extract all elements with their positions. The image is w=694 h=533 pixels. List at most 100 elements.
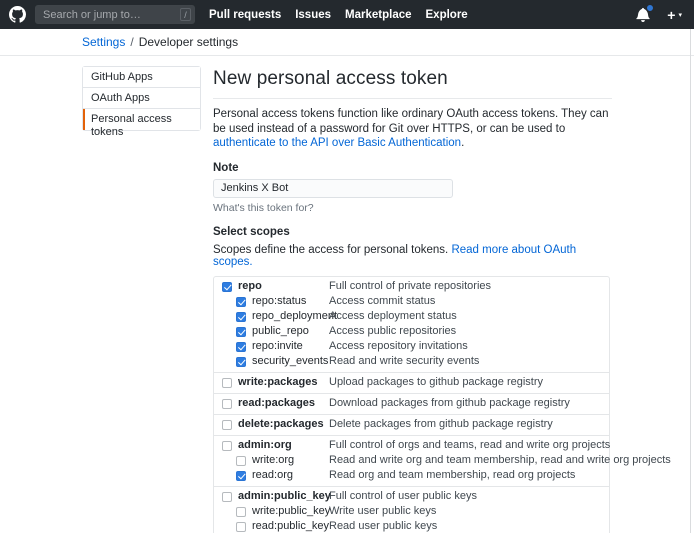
scope-row-write-public-key: write:public_keyWrite user public keys — [214, 504, 609, 519]
scope-group-write-packages: write:packages Upload packages to github … — [214, 372, 609, 393]
scope-row-public-repo: public_repo Access public repositories — [214, 324, 609, 339]
scope-name[interactable]: write:org — [252, 454, 294, 467]
developer-settings-sidebar: GitHub AppsOAuth AppsPersonal access tok… — [82, 66, 201, 131]
app-header: / Pull requests Issues Marketplace Explo… — [0, 0, 694, 29]
scope-name[interactable]: repo:status — [252, 295, 306, 308]
scope-row-security-events: security_eventsRead and write security e… — [214, 354, 609, 369]
scope-row-repo-status: repo:status Access commit status — [214, 294, 609, 309]
scope-name[interactable]: repo:invite — [252, 340, 303, 353]
plus-icon: + — [667, 8, 675, 22]
scope-name[interactable]: repo_deployment — [252, 310, 337, 323]
scope-checkbox-repo[interactable] — [222, 282, 232, 292]
scope-description: Read org and team membership, read org p… — [329, 469, 575, 482]
note-help-text: What's this token for? — [213, 202, 612, 214]
basic-auth-link[interactable]: authenticate to the API over Basic Authe… — [213, 137, 461, 149]
note-input[interactable] — [213, 179, 453, 198]
scope-checkbox-repo-status[interactable] — [236, 297, 246, 307]
breadcrumb: Settings / Developer settings — [0, 29, 694, 56]
scope-description: Read and write org and team membership, … — [329, 454, 671, 467]
scope-checkbox-delete-packages[interactable] — [222, 420, 232, 430]
scope-checkbox-write-org[interactable] — [236, 456, 246, 466]
scope-description: Access public repositories — [329, 325, 456, 338]
page: / Pull requests Issues Marketplace Explo… — [0, 0, 694, 533]
scope-description: Delete packages from github package regi… — [329, 418, 553, 431]
scope-description: Access commit status — [329, 295, 435, 308]
scope-row-read-public-key: read:public_keyRead user public keys — [214, 519, 609, 533]
scope-row-repo-invite: repo:invite Access repository invitations — [214, 339, 609, 354]
scopes-description: Scopes define the access for personal to… — [213, 244, 612, 268]
scope-description: Download packages from github package re… — [329, 397, 570, 410]
scope-row-delete-packages: delete:packages Delete packages from gith… — [214, 417, 609, 432]
scope-checkbox-repo-deployment[interactable] — [236, 312, 246, 322]
nav-marketplace[interactable]: Marketplace — [345, 9, 411, 21]
scope-description: Full control of private repositories — [329, 280, 491, 293]
nav-pull-requests[interactable]: Pull requests — [209, 9, 281, 21]
sidebar-item-github-apps[interactable]: GitHub Apps — [83, 67, 200, 88]
scope-group-read-packages: read:packages Download packages from gith… — [214, 393, 609, 414]
notifications-bell-icon[interactable] — [636, 7, 652, 22]
scope-description: Read user public keys — [329, 520, 437, 533]
scope-name[interactable]: admin:org — [238, 439, 292, 452]
scope-name[interactable]: read:packages — [238, 397, 315, 410]
sidebar-item-personal-access-tokens[interactable]: Personal access tokens — [83, 109, 200, 130]
scope-checkbox-write-public-key[interactable] — [236, 507, 246, 517]
scope-description: Full control of orgs and teams, read and… — [329, 439, 610, 452]
scopes-table: repo Full control of private repositories… — [213, 276, 610, 533]
breadcrumb-separator: / — [130, 35, 133, 49]
breadcrumb-settings-link[interactable]: Settings — [82, 35, 125, 49]
scope-checkbox-security-events[interactable] — [236, 357, 246, 367]
nav-explore[interactable]: Explore — [426, 9, 468, 21]
scope-row-admin-org: admin:org Full control of orgs and teams,… — [214, 438, 609, 453]
scope-group-repo: repo Full control of private repositories… — [214, 277, 609, 372]
intro-paragraph: Personal access tokens function like ord… — [213, 107, 612, 151]
intro-text: Personal access tokens function like ord… — [213, 108, 608, 135]
scope-checkbox-public-repo[interactable] — [236, 327, 246, 337]
scope-name[interactable]: write:public_key — [252, 505, 330, 518]
scope-row-admin-public-key: admin:public_keyFull control of user pub… — [214, 489, 609, 504]
scope-name[interactable]: read:public_key — [252, 520, 329, 533]
create-new-button[interactable]: + ▾ — [667, 8, 682, 22]
select-scopes-label: Select scopes — [213, 226, 612, 238]
breadcrumb-current: Developer settings — [139, 35, 238, 49]
scope-row-repo: repo Full control of private repositories — [214, 279, 609, 294]
scope-checkbox-read-org[interactable] — [236, 471, 246, 481]
intro-text-end: . — [461, 137, 464, 149]
github-logo-icon[interactable] — [9, 6, 26, 23]
search-input[interactable] — [35, 5, 195, 24]
scope-checkbox-admin-public-key[interactable] — [222, 492, 232, 502]
scope-row-write-org: write:orgRead and write org and team mem… — [214, 453, 609, 468]
search-box: / — [35, 5, 195, 25]
scope-name[interactable]: delete:packages — [238, 418, 324, 431]
nav-issues[interactable]: Issues — [295, 9, 331, 21]
scope-checkbox-admin-org[interactable] — [222, 441, 232, 451]
scope-checkbox-write-packages[interactable] — [222, 378, 232, 388]
scope-description: Access deployment status — [329, 310, 457, 323]
scope-row-write-packages: write:packages Upload packages to github … — [214, 375, 609, 390]
scope-description: Full control of user public keys — [329, 490, 477, 503]
header-nav: Pull requests Issues Marketplace Explore — [195, 9, 468, 21]
scope-row-read-packages: read:packages Download packages from gith… — [214, 396, 609, 411]
scope-name[interactable]: read:org — [252, 469, 293, 482]
scope-group-admin-public-key: admin:public_keyFull control of user pub… — [214, 486, 609, 533]
note-label: Note — [213, 162, 612, 174]
window-right-edge — [690, 29, 691, 533]
scope-group-delete-packages: delete:packages Delete packages from gith… — [214, 414, 609, 435]
scope-description: Read and write security events — [329, 355, 479, 368]
sidebar-item-oauth-apps[interactable]: OAuth Apps — [83, 88, 200, 109]
scope-description: Upload packages to github package regist… — [329, 376, 543, 389]
scope-name[interactable]: write:packages — [238, 376, 317, 389]
page-body: GitHub AppsOAuth AppsPersonal access tok… — [0, 56, 694, 533]
chevron-down-icon: ▾ — [678, 11, 682, 19]
scope-checkbox-read-packages[interactable] — [222, 399, 232, 409]
scope-row-read-org: read:org Read org and team membership, re… — [214, 468, 609, 483]
scope-checkbox-read-public-key[interactable] — [236, 522, 246, 532]
scope-name[interactable]: public_repo — [252, 325, 309, 338]
scope-name[interactable]: admin:public_key — [238, 490, 331, 503]
scope-checkbox-repo-invite[interactable] — [236, 342, 246, 352]
scope-name[interactable]: repo — [238, 280, 262, 293]
notification-dot — [646, 4, 654, 12]
scope-description: Access repository invitations — [329, 340, 468, 353]
scope-name[interactable]: security_events — [252, 355, 328, 368]
page-title: New personal access token — [213, 66, 612, 99]
scope-row-repo-deployment: repo_deploymentAccess deployment status — [214, 309, 609, 324]
